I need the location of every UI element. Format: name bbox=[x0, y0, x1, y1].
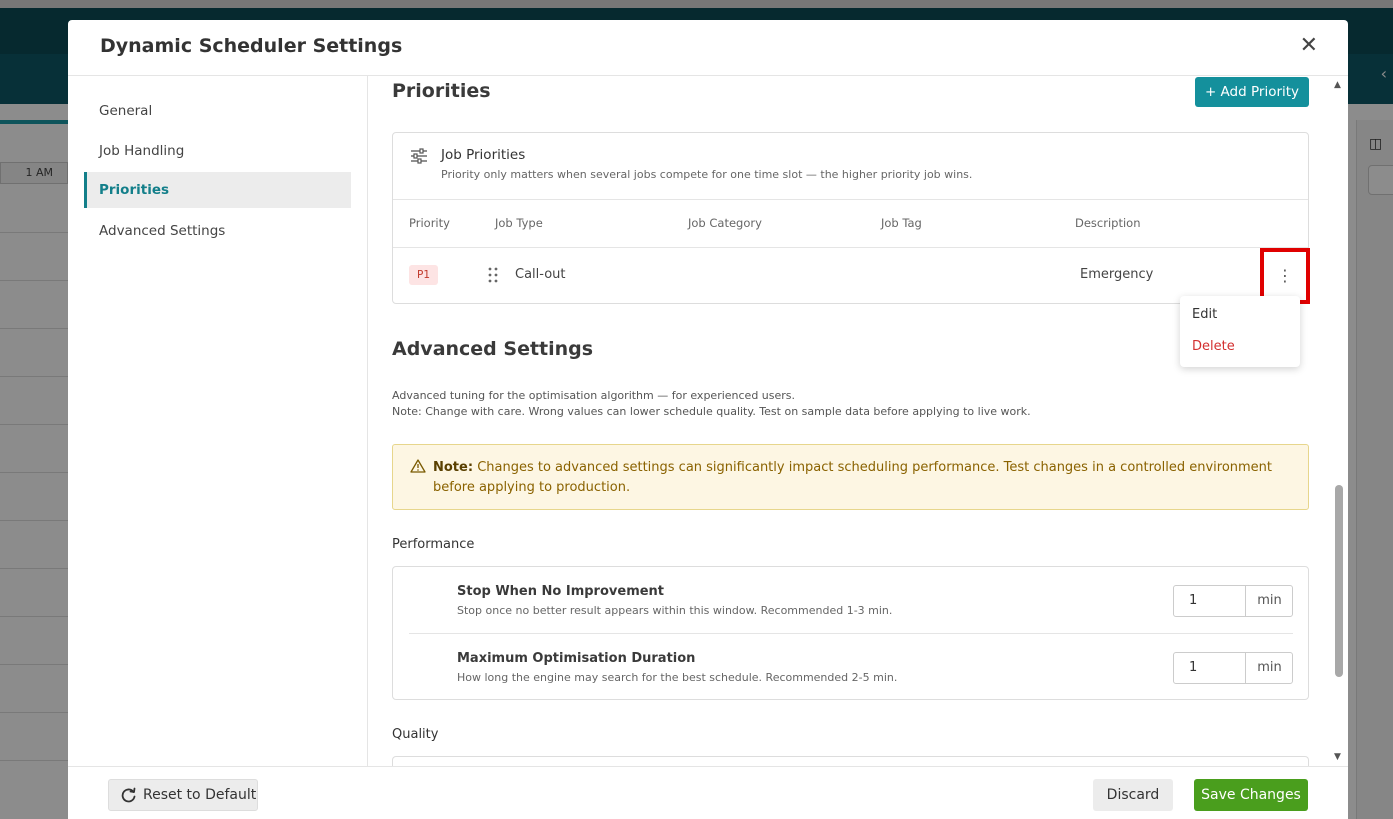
scrollbar-thumb[interactable] bbox=[1335, 485, 1343, 677]
cell-description: Emergency bbox=[1080, 267, 1154, 282]
setting-subtitle: How long the engine may search for the b… bbox=[457, 671, 898, 684]
warning-note: Note: Changes to advanced settings can s… bbox=[392, 444, 1309, 510]
divider bbox=[393, 247, 1308, 248]
sliders-icon bbox=[411, 148, 427, 164]
column-header-job-tag: Job Tag bbox=[881, 216, 922, 230]
input-unit: min bbox=[1245, 653, 1293, 683]
settings-sidebar: General Job Handling Priorities Advanced… bbox=[68, 76, 368, 766]
card-title: Job Priorities bbox=[441, 147, 526, 163]
quality-title: Quality bbox=[392, 727, 439, 742]
max-optimisation-duration-input[interactable]: 1 min bbox=[1173, 652, 1293, 684]
menu-item-edit[interactable]: Edit bbox=[1192, 307, 1217, 322]
settings-modal: Dynamic Scheduler Settings ✕ General Job… bbox=[68, 20, 1348, 819]
column-header-priority: Priority bbox=[409, 216, 450, 230]
input-value: 1 bbox=[1189, 593, 1198, 608]
modal-title: Dynamic Scheduler Settings bbox=[100, 35, 403, 57]
reset-to-default-button[interactable]: Reset to Default bbox=[108, 779, 258, 811]
input-value: 1 bbox=[1189, 660, 1198, 675]
settings-content: Priorities + Add Priority Job Priorities… bbox=[368, 76, 1348, 766]
sidebar-item-advanced-settings[interactable]: Advanced Settings bbox=[84, 213, 351, 249]
cell-job-type: Call-out bbox=[515, 267, 566, 282]
menu-item-delete[interactable]: Delete bbox=[1192, 339, 1235, 354]
scroll-up-arrow-icon[interactable]: ▲ bbox=[1334, 80, 1341, 90]
close-icon[interactable]: ✕ bbox=[1300, 34, 1318, 58]
column-header-job-type: Job Type bbox=[495, 216, 543, 230]
divider bbox=[393, 199, 1308, 200]
stop-when-no-improvement-input[interactable]: 1 min bbox=[1173, 585, 1293, 617]
advanced-description-line1: Advanced tuning for the optimisation alg… bbox=[392, 389, 796, 402]
scroll-down-arrow-icon[interactable]: ▼ bbox=[1334, 752, 1341, 762]
more-vertical-icon: ⋮ bbox=[1277, 266, 1293, 285]
modal-footer: Reset to Default Discard Save Changes bbox=[68, 766, 1348, 819]
job-priorities-card: Job Priorities Priority only matters whe… bbox=[392, 132, 1309, 304]
warning-text: Note: Changes to advanced settings can s… bbox=[433, 458, 1293, 498]
sidebar-item-job-handling[interactable]: Job Handling bbox=[84, 133, 351, 169]
performance-title: Performance bbox=[392, 537, 475, 552]
advanced-description-line2: Note: Change with care. Wrong values can… bbox=[392, 405, 1031, 418]
row-actions-menu: Edit Delete bbox=[1180, 296, 1300, 367]
input-unit: min bbox=[1245, 586, 1293, 616]
sidebar-item-general[interactable]: General bbox=[84, 93, 351, 129]
reset-label: Reset to Default bbox=[143, 787, 257, 803]
card-subtitle: Priority only matters when several jobs … bbox=[441, 168, 973, 181]
advanced-settings-title: Advanced Settings bbox=[392, 338, 594, 360]
setting-title: Stop When No Improvement bbox=[457, 584, 665, 599]
refresh-icon bbox=[121, 787, 136, 803]
column-header-description: Description bbox=[1075, 216, 1141, 230]
divider bbox=[409, 633, 1293, 634]
performance-card: Stop When No Improvement Stop once no be… bbox=[392, 566, 1309, 700]
note-body: Changes to advanced settings can signifi… bbox=[433, 460, 1273, 495]
priority-badge: P1 bbox=[409, 265, 438, 285]
drag-handle-icon[interactable] bbox=[488, 267, 498, 283]
sidebar-item-priorities[interactable]: Priorities bbox=[84, 172, 351, 208]
discard-button[interactable]: Discard bbox=[1093, 779, 1173, 811]
setting-title: Maximum Optimisation Duration bbox=[457, 651, 696, 666]
priorities-title: Priorities bbox=[392, 80, 491, 102]
save-changes-button[interactable]: Save Changes bbox=[1194, 779, 1308, 811]
setting-subtitle: Stop once no better result appears withi… bbox=[457, 604, 893, 617]
quality-card bbox=[392, 756, 1309, 766]
add-priority-button[interactable]: + Add Priority bbox=[1195, 77, 1309, 107]
column-header-job-category: Job Category bbox=[688, 216, 762, 230]
note-label: Note: bbox=[433, 460, 474, 475]
modal-header: Dynamic Scheduler Settings ✕ bbox=[68, 20, 1348, 76]
warning-icon bbox=[410, 459, 426, 473]
